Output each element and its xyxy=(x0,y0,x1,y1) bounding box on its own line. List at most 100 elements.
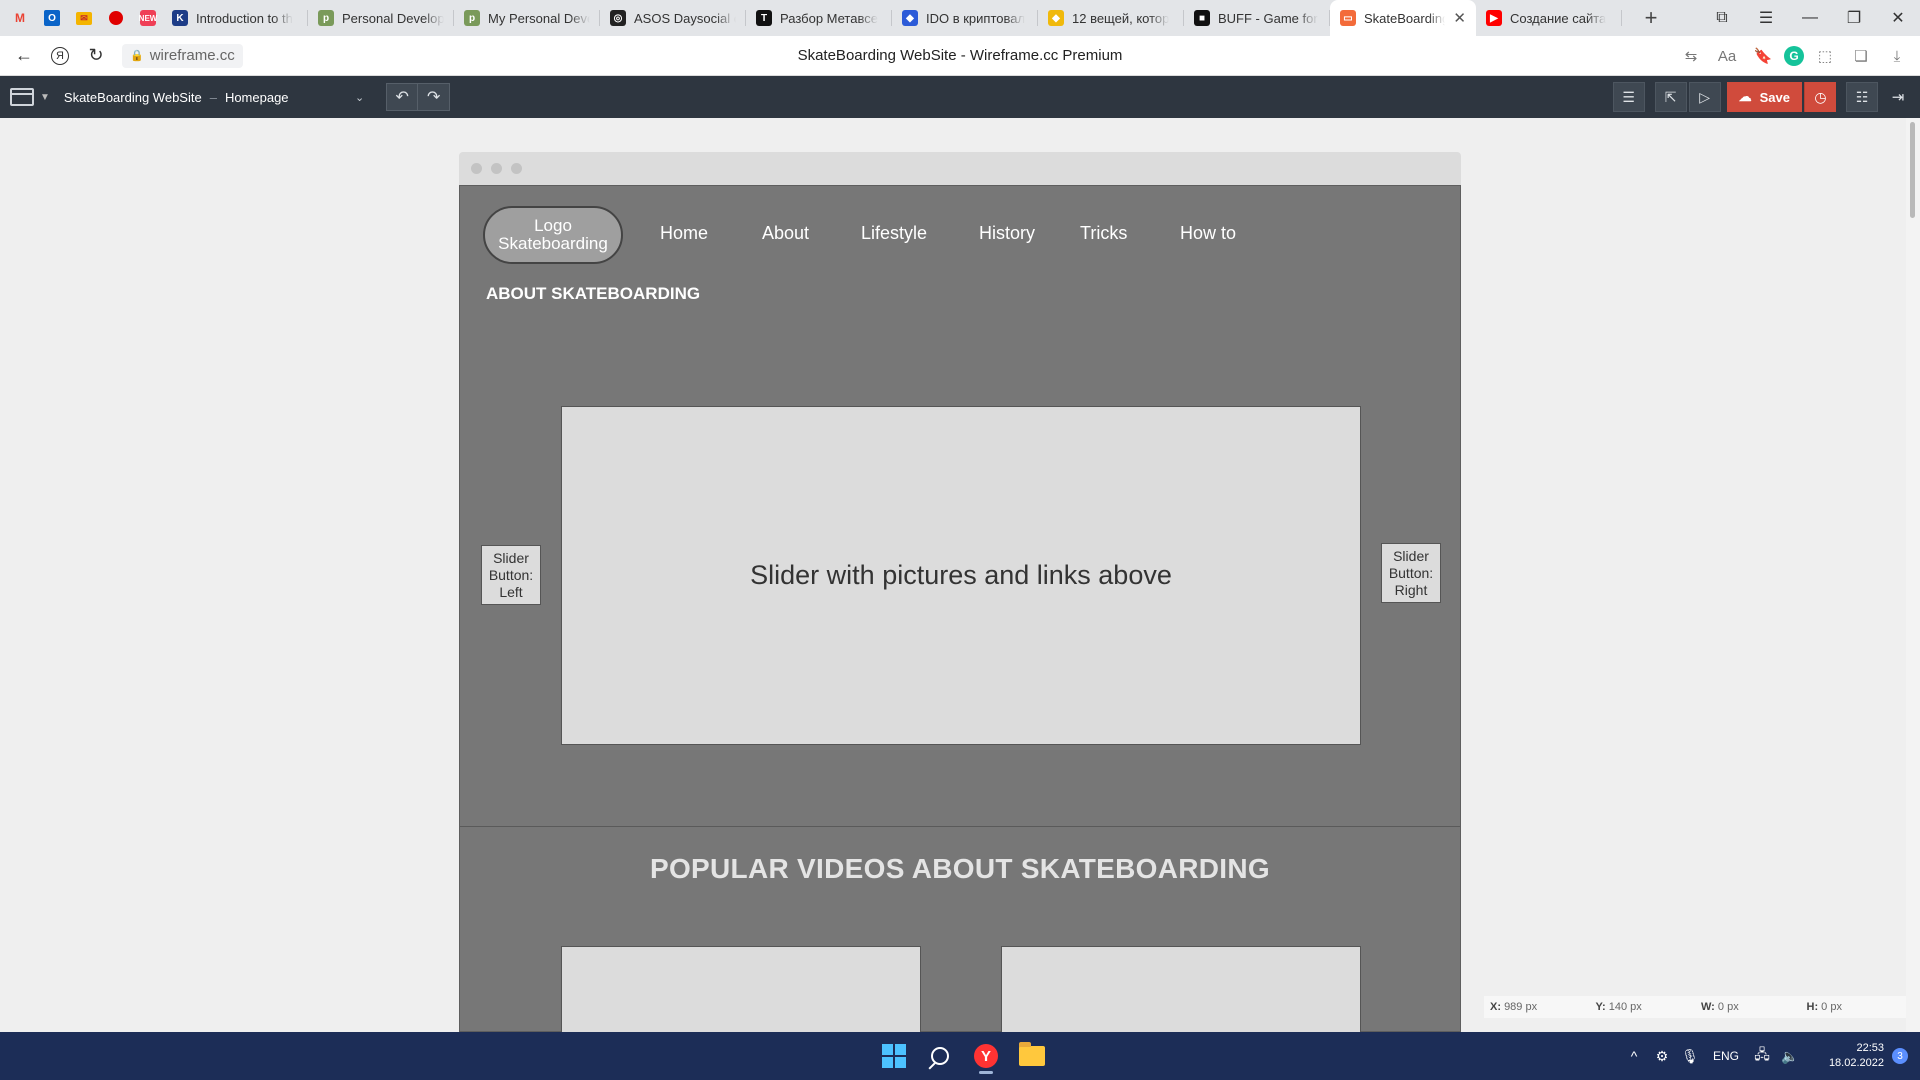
toolbar-right: ☰ ⇱ ▷ ☁ Save ◷ ☷ ⇥ xyxy=(1612,76,1920,118)
tab-favicon-icon: T xyxy=(756,10,772,26)
volume-icon[interactable]: 🔈 xyxy=(1776,1048,1804,1065)
logo-line-2: Skateboarding xyxy=(498,234,608,253)
tab-favicon-icon: K xyxy=(172,10,188,26)
share-button[interactable]: ⇱ xyxy=(1654,82,1687,112)
about-heading[interactable]: ABOUT SKATEBOARDING xyxy=(486,284,700,304)
close-tab-icon[interactable]: ✕ xyxy=(1453,9,1466,27)
preview-button[interactable]: ▷ xyxy=(1688,82,1721,112)
browser-tab[interactable]: K Introduction to th xyxy=(162,0,308,36)
slider-left-line: Slider xyxy=(493,549,529,566)
url-field[interactable]: 🔒 wireframe.cc xyxy=(122,43,243,68)
logo-line-1: Logo xyxy=(534,216,572,235)
pocket-pinned-tab[interactable]: NEW xyxy=(134,4,162,32)
extension-icon[interactable]: ⬚ xyxy=(1810,41,1840,71)
nav-item-about[interactable]: About xyxy=(762,223,809,244)
outlook-pinned-tab[interactable]: O xyxy=(38,4,66,32)
nav-item-home[interactable]: Home xyxy=(660,223,708,244)
collections-icon[interactable]: ❏ xyxy=(1846,41,1876,71)
browser-tab[interactable]: ◎ ASOS Daysocial c xyxy=(600,0,746,36)
coord-h: H: 0 px xyxy=(1801,1001,1907,1013)
screens-icon[interactable] xyxy=(10,88,34,106)
browser-tab[interactable]: ◆ 12 вещей, котор xyxy=(1038,0,1184,36)
tab-favicon-icon: ◆ xyxy=(1048,10,1064,26)
back-icon[interactable]: ← xyxy=(6,38,42,74)
search-icon xyxy=(931,1047,949,1065)
steam-icon[interactable]: ⚙ xyxy=(1648,1048,1676,1065)
tab-title: SkateBoarding xyxy=(1364,10,1446,26)
page-dropdown-chevron-icon[interactable]: ⌄ xyxy=(355,91,364,104)
nav-item-lifestyle[interactable]: Lifestyle xyxy=(861,223,927,244)
tab-title: Introduction to th xyxy=(196,10,293,26)
notification-badge[interactable]: 3 xyxy=(1892,1048,1908,1064)
show-hidden-icons-chevron-icon[interactable]: ^ xyxy=(1620,1048,1648,1064)
mail-pinned-tab[interactable]: ✉ xyxy=(70,4,98,32)
browser-tab[interactable]: p Personal Develop xyxy=(308,0,454,36)
browser-tab[interactable]: ▭ SkateBoarding ✕ xyxy=(1330,0,1476,36)
scrollbar-thumb[interactable] xyxy=(1910,122,1915,218)
download-icon[interactable]: ⤓ xyxy=(1882,41,1912,71)
reload-icon[interactable]: ↻ xyxy=(78,38,114,74)
gmail-pinned-tab[interactable]: M xyxy=(6,4,34,32)
coord-w-value: 0 px xyxy=(1717,1001,1739,1013)
nav-item-how-to[interactable]: How to xyxy=(1180,223,1236,244)
record-pinned-tab[interactable] xyxy=(102,4,130,32)
coord-w-label: W: xyxy=(1701,1001,1715,1013)
browser-tab[interactable]: ▶ Создание сайта xyxy=(1476,0,1622,36)
popular-videos-heading[interactable]: POPULAR VIDEOS ABOUT SKATEBOARDING xyxy=(460,853,1460,885)
coord-x: X: 989 px xyxy=(1484,1001,1590,1013)
clock[interactable]: 22:53 18.02.2022 xyxy=(1804,1041,1884,1071)
browser-tab-strip: M O ✉ NEW K Introduction to th p Personal D… xyxy=(0,0,1920,36)
system-tray: ^ ⚙ 🎙 ENG 🖧 🔈 22:53 18.02.2022 3 xyxy=(1620,1032,1920,1080)
nav-item-history[interactable]: History xyxy=(979,223,1035,244)
search-button[interactable] xyxy=(922,1038,958,1074)
browser-tab[interactable]: p My Personal Deve xyxy=(454,0,600,36)
clock-time: 22:53 xyxy=(1856,1042,1884,1054)
translate-icon[interactable]: ⇆ xyxy=(1676,41,1706,71)
comments-button[interactable]: ☰ xyxy=(1612,82,1645,112)
new-tab-button[interactable]: + xyxy=(1634,3,1668,33)
file-explorer-taskbar-icon[interactable] xyxy=(1014,1038,1050,1074)
tab-favicon-icon: ◎ xyxy=(610,10,626,26)
restore-icon[interactable]: ❐ xyxy=(1832,8,1876,28)
coord-x-value: 989 px xyxy=(1504,1001,1538,1013)
menu-icon[interactable]: ☰ xyxy=(1744,8,1788,28)
browser-tab[interactable]: ◆ IDO в криптовал xyxy=(892,0,1038,36)
network-icon[interactable]: 🖧 xyxy=(1748,1044,1776,1068)
save-button[interactable]: ☁ Save xyxy=(1726,82,1802,112)
tab-title: My Personal Deve xyxy=(488,10,590,26)
redo-button[interactable]: ↷ xyxy=(418,83,451,111)
language-indicator[interactable]: ENG xyxy=(1704,1049,1748,1063)
browser-tab[interactable]: ■ BUFF - Game for xyxy=(1184,0,1330,36)
mockup-title-bar xyxy=(459,152,1461,185)
chevron-down-icon[interactable]: ▼ xyxy=(40,92,50,103)
tab-manager-icon[interactable]: ⧉ xyxy=(1700,9,1744,27)
undo-button[interactable]: ↶ xyxy=(386,83,419,111)
page-selector[interactable]: Homepage xyxy=(225,90,355,105)
logo-element[interactable]: Logo Skateboarding xyxy=(483,206,623,264)
wireframe-page[interactable]: Logo Skateboarding Home About Lifestyle … xyxy=(459,185,1461,1066)
bookmark-icon[interactable]: 🔖 xyxy=(1748,41,1778,71)
reader-icon[interactable]: Aa xyxy=(1712,41,1742,71)
exit-icon[interactable]: ⇥ xyxy=(1880,82,1916,112)
yandex-home-icon[interactable]: Я xyxy=(42,38,78,74)
cloud-upload-icon: ☁ xyxy=(1738,89,1752,104)
clock-date: 18.02.2022 xyxy=(1828,1057,1884,1069)
mockup-dot xyxy=(491,163,502,174)
settings-button[interactable]: ☷ xyxy=(1846,82,1878,112)
history-button[interactable]: ◷ xyxy=(1804,82,1836,112)
start-button[interactable] xyxy=(876,1038,912,1074)
coord-h-value: 0 px xyxy=(1821,1001,1842,1013)
close-window-icon[interactable]: ✕ xyxy=(1876,8,1920,28)
slider-button-left[interactable]: Slider Button: Left xyxy=(481,545,541,605)
yandex-browser-taskbar-icon[interactable]: Y xyxy=(968,1038,1004,1074)
vertical-scrollbar[interactable] xyxy=(1906,118,1920,1032)
nav-item-tricks[interactable]: Tricks xyxy=(1080,223,1127,244)
yandex-icon: Y xyxy=(974,1044,998,1068)
slider-button-right[interactable]: Slider Button: Right xyxy=(1381,543,1441,603)
grammarly-icon[interactable]: G xyxy=(1784,46,1804,66)
microphone-icon[interactable]: 🎙 xyxy=(1676,1048,1704,1065)
tab-title: ASOS Daysocial c xyxy=(634,10,736,26)
browser-tab[interactable]: T Разбор Метавсе xyxy=(746,0,892,36)
slider-placeholder[interactable]: Slider with pictures and links above xyxy=(561,406,1361,745)
minimize-icon[interactable]: — xyxy=(1788,9,1832,27)
